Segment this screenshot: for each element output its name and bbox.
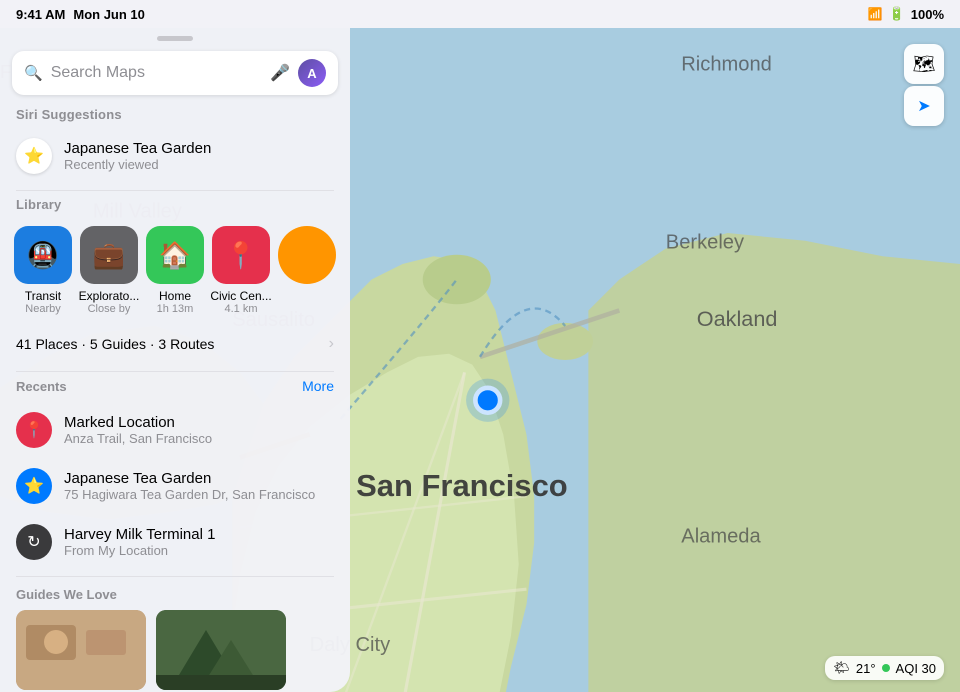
explore-sub: Close by [88,303,131,315]
status-right: 📶 🔋 100% [868,6,944,22]
more-button[interactable]: More [302,378,334,394]
battery-icon: 🔋 [889,6,905,22]
battery-percentage: 100% [911,7,944,22]
divider-3 [16,576,334,577]
library-item-civic[interactable]: 📍 Civic Cen... 4.1 km [210,226,272,315]
search-icon: 🔍 [24,64,43,82]
recent-item-tea-garden[interactable]: ⭐ Japanese Tea Garden 75 Hagiwara Tea Ga… [0,458,350,514]
home-title: Home [159,289,191,303]
aqi-dot [882,664,890,672]
siri-suggestion-item[interactable]: ⭐ Japanese Tea Garden Recently viewed [0,128,350,184]
status-bar: 9:41 AM Mon Jun 10 📶 🔋 100% [0,0,960,28]
search-bar[interactable]: 🔍 Search Maps 🎤 A [12,51,338,95]
recents-label: Recents [16,379,302,394]
transit-sub: Nearby [25,303,60,315]
library-item-transit[interactable]: 🚇 Transit Nearby [12,226,74,315]
extra-icon [278,226,336,284]
map-controls: 🗺 ➤ [904,44,944,126]
location-icon: ➤ [917,96,930,116]
map-layers-button[interactable]: 🗺 [904,44,944,84]
explore-icon: 💼 [80,226,138,284]
svg-text:Berkeley: Berkeley [666,232,745,254]
tea-garden-text: Japanese Tea Garden 75 Hagiwara Tea Gard… [64,470,315,502]
tea-garden-title: Japanese Tea Garden [64,470,315,487]
library-item-explore[interactable]: 💼 Explorato... Close by [78,226,140,315]
guides-thumbnails [0,610,350,690]
recents-header: Recents More [0,378,350,402]
library-items: 🚇 Transit Nearby 💼 Explorato... Close by… [0,218,350,327]
layers-icon: 🗺 [913,54,936,75]
location-button[interactable]: ➤ [904,86,944,126]
marked-location-subtitle: Anza Trail, San Francisco [64,431,212,446]
marked-location-text: Marked Location Anza Trail, San Francisc… [64,414,212,446]
divider-1 [16,190,334,191]
guide-thumb-food[interactable] [16,610,146,690]
transit-title: Transit [25,289,61,303]
status-day: Mon Jun 10 [73,7,145,22]
places-row[interactable]: 41 Places · 5 Guides · 3 Routes › [0,327,350,365]
library-item-home[interactable]: 🏠 Home 1h 13m [144,226,206,315]
divider-2 [16,371,334,372]
sidebar: 🔍 Search Maps 🎤 A Siri Suggestions ⭐ Jap… [0,28,350,692]
pin-icon: 📍 [24,420,44,440]
microphone-icon[interactable]: 🎤 [270,63,290,83]
suggestion-icon-wrap: ⭐ [16,138,52,174]
star-icon: ⭐ [24,146,44,166]
avatar[interactable]: A [298,59,326,87]
temperature: 21° [856,661,876,676]
weather-badge: 🌤 21° AQI 30 [825,656,944,680]
places-text: 41 Places · 5 Guides · 3 Routes [16,336,329,352]
home-icon: 🏠 [146,226,204,284]
guides-label: Guides We Love [0,587,350,610]
suggestion-title: Japanese Tea Garden [64,140,211,157]
search-placeholder[interactable]: Search Maps [51,64,262,82]
guide-thumb-nature[interactable] [156,610,286,690]
library-item-extra[interactable] [276,226,338,315]
marked-location-icon: 📍 [16,412,52,448]
civic-icon: 📍 [212,226,270,284]
wifi-icon: 📶 [868,7,883,21]
guides-section: Guides We Love [0,583,350,690]
drag-indicator [157,36,193,41]
harvey-icon: ↻ [16,524,52,560]
svg-text:Alameda: Alameda [681,526,761,548]
status-time: 9:41 AM [16,7,65,22]
star-recent-icon: ⭐ [24,476,44,496]
recent-item-marked[interactable]: 📍 Marked Location Anza Trail, San Franci… [0,402,350,458]
civic-title: Civic Cen... [210,289,271,303]
route-icon: ↻ [27,532,40,552]
aqi-label: AQI 30 [896,661,936,676]
tea-garden-icon: ⭐ [16,468,52,504]
transit-icon: 🚇 [14,226,72,284]
svg-text:Oakland: Oakland [697,306,778,331]
civic-sub: 4.1 km [224,303,257,315]
weather-icon: 🌤 [833,660,850,676]
status-left: 9:41 AM Mon Jun 10 [16,7,145,22]
explore-title: Explorato... [79,289,140,303]
svg-text:San Francisco: San Francisco [356,468,568,503]
marked-location-title: Marked Location [64,414,212,431]
harvey-title: Harvey Milk Terminal 1 [64,526,215,543]
home-sub: 1h 13m [157,303,194,315]
tea-garden-subtitle: 75 Hagiwara Tea Garden Dr, San Francisco [64,487,315,502]
harvey-subtitle: From My Location [64,543,215,558]
recent-item-harvey[interactable]: ↻ Harvey Milk Terminal 1 From My Locatio… [0,514,350,570]
svg-text:Richmond: Richmond [681,53,772,75]
chevron-right-icon: › [329,335,334,353]
suggestion-text: Japanese Tea Garden Recently viewed [64,140,211,172]
siri-suggestions-label: Siri Suggestions [0,107,350,128]
library-label: Library [0,197,350,218]
harvey-text: Harvey Milk Terminal 1 From My Location [64,526,215,558]
suggestion-subtitle: Recently viewed [64,157,211,172]
